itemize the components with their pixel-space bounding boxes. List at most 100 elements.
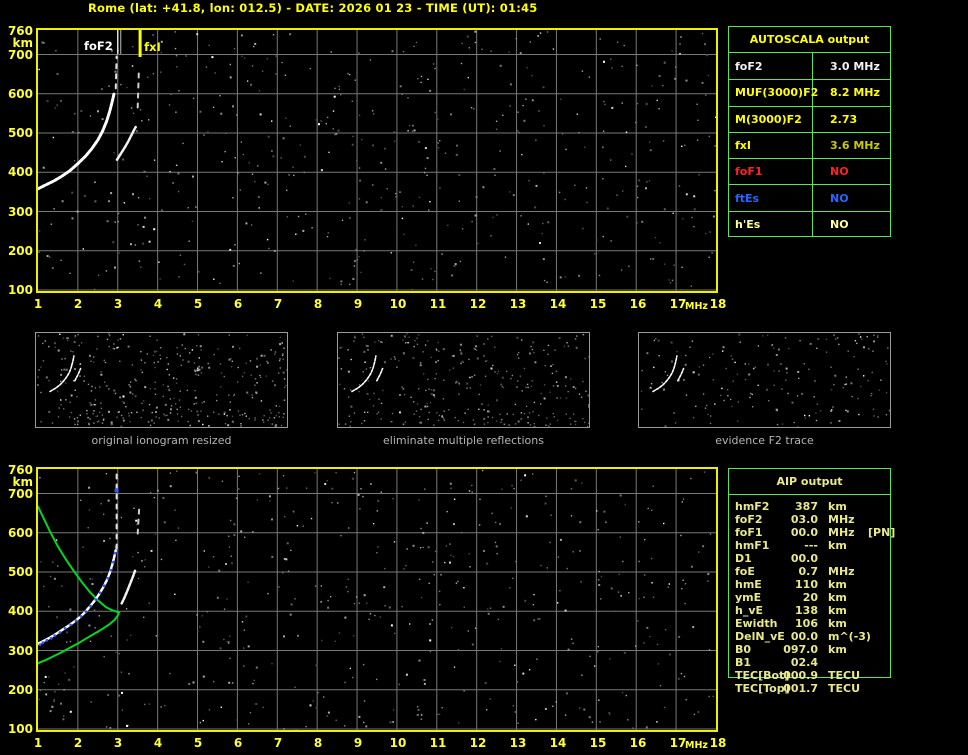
y-axis-tick-label: 600 — [7, 86, 33, 101]
profile-plot — [36, 467, 718, 732]
aip-val: 00.0 — [790, 630, 818, 643]
aip-unit: TECU — [828, 669, 861, 682]
autoscala-param-value: 3.0 MHz — [830, 59, 880, 73]
x-axis-tick-label: 11 — [429, 297, 447, 311]
x-axis-tick-label: 1 — [33, 297, 43, 311]
y-axis-tick-label: 100 — [7, 283, 33, 297]
aip-unit: TECU — [828, 682, 861, 695]
y-axis-tick-label: 200 — [7, 243, 33, 258]
aip-val: 106 — [795, 617, 818, 630]
x-axis-unit-label: MHz — [685, 301, 708, 312]
aip-val: 110 — [795, 578, 818, 591]
fxi-marker-label: fxI — [144, 40, 161, 54]
aip-val: 387 — [795, 500, 818, 513]
autoscala-param-label: fxI — [729, 132, 813, 159]
y-axis-unit-label: km — [12, 36, 33, 50]
x-axis-tick-label: 16 — [629, 736, 647, 750]
autoscala-output-table: AUTOSCALA output foF2 3.0 MHz MUF(3000)F2 8… — [728, 26, 891, 238]
aip-val: 20 — [802, 591, 818, 604]
panel-eliminate-reflections — [337, 332, 590, 428]
x-axis-unit-label: MHz — [685, 740, 708, 751]
x-axis-tick-label: 2 — [73, 297, 83, 311]
aip-table-header: AIP output — [729, 469, 890, 495]
x-axis-tick-label: 14 — [549, 297, 567, 311]
aip-lab: hmE — [735, 578, 762, 591]
x-axis-tick-label: 6 — [233, 297, 243, 311]
x-axis-tick-label: 6 — [233, 736, 243, 750]
aip-val: 02.4 — [790, 656, 818, 669]
autoscala-param-label: h'Es — [729, 211, 813, 238]
y-axis-tick-label: 400 — [7, 604, 33, 619]
x-axis-tick-label: 11 — [429, 736, 447, 750]
autoscala-table-header: AUTOSCALA output — [729, 27, 890, 53]
y-axis-tick-label: 200 — [7, 682, 33, 697]
aip-row-d1: D1 00.0 — [728, 552, 898, 565]
x-axis-tick-label: 3 — [113, 736, 123, 750]
aip-val: 138 — [795, 604, 818, 617]
aip-val: 00.0 — [790, 552, 818, 565]
aip-row-b0: B0 097.0 km — [728, 643, 898, 656]
autoscala-param-label: foF1 — [729, 159, 813, 185]
autoscala-param-label: M(3000)F2 — [729, 106, 813, 132]
panel-caption-original: original ionogram resized — [91, 434, 232, 447]
y-axis-tick-label: 300 — [7, 204, 33, 219]
autoscala-row-muf3000f2: MUF(3000)F2 8.2 MHz — [729, 79, 890, 106]
x-axis-tick-label: 9 — [353, 297, 363, 311]
autoscala-param-label: foF2 — [729, 53, 813, 80]
y-axis-tick-label: 100 — [7, 722, 33, 736]
y-axis-tick-label: 500 — [7, 565, 33, 580]
aip-unit: km — [828, 591, 847, 604]
autoscala-row-fof2: foF2 3.0 MHz — [729, 53, 890, 80]
y-axis-tick-label: 300 — [7, 643, 33, 658]
aip-lab: h_vE — [735, 604, 764, 617]
autoscala-param-value: 8.2 MHz — [830, 86, 880, 100]
aip-lab: hmF2 — [735, 500, 770, 513]
x-axis-tick-label: 15 — [589, 297, 607, 311]
aip-lab: foF2 — [735, 513, 763, 526]
y-axis-tick-label: 600 — [7, 525, 33, 540]
page-title: Rome (lat: +41.8, lon: 012.5) - DATE: 20… — [88, 1, 538, 15]
x-axis-tick-label: 13 — [509, 736, 527, 750]
y-axis-tick-label: 500 — [7, 126, 33, 141]
aip-row-hme: hmE 110 km — [728, 578, 898, 591]
aip-row-yme: ymE 20 km — [728, 591, 898, 604]
aip-row-hve: h_vE 138 km — [728, 604, 898, 617]
aip-val: 097.0 — [783, 643, 818, 656]
autoscala-param-value: 2.73 — [830, 112, 858, 126]
aip-row-hmf1: hmF1 --- km — [728, 539, 898, 552]
autoscala-row-fof1: foF1 NO — [729, 158, 890, 185]
x-axis-tick-label: 18 — [709, 297, 727, 311]
x-axis-tick-label: 13 — [509, 297, 527, 311]
aip-unit: km — [828, 643, 847, 656]
x-axis-tick-label: 10 — [389, 297, 407, 311]
x-axis-tick-label: 3 — [113, 297, 123, 311]
panel-caption-eliminate: eliminate multiple reflections — [383, 434, 544, 447]
aip-val: 03.0 — [790, 513, 818, 526]
autoscala-param-label: ftEs — [729, 185, 813, 211]
autoscala-param-value: NO — [830, 217, 849, 231]
x-axis-tick-label: 15 — [589, 736, 607, 750]
fof2-marker-label: foF2 — [84, 39, 113, 53]
aip-row-fof1: foF1 00.0 MHz [PN] — [728, 526, 898, 539]
aip-row-hmf2: hmF2 387 km — [728, 500, 898, 513]
autoscala-param-value: 3.6 MHz — [830, 139, 880, 153]
aip-val: --- — [804, 539, 818, 552]
aip-val: 0.7 — [798, 565, 819, 578]
aip-unit: km — [828, 539, 847, 552]
aip-val: 000.9 — [783, 669, 818, 682]
aip-unit: MHz — [828, 513, 855, 526]
aip-lab: B1 — [735, 656, 752, 669]
aip-row-b1: B1 02.4 — [728, 656, 898, 669]
x-axis-tick-label: 2 — [73, 736, 83, 750]
aip-row-fof2: foF2 03.0 MHz — [728, 513, 898, 526]
x-axis-tick-label: 8 — [313, 736, 323, 750]
ionogram-plot: foF2 fxI — [36, 28, 718, 293]
aip-unit: km — [828, 500, 847, 513]
aip-lab: ymE — [735, 591, 762, 604]
autoscala-row-ftes: ftEs NO — [729, 184, 890, 211]
aip-lab: foE — [735, 565, 755, 578]
panel-evidence-f2 — [638, 332, 891, 428]
autoscala-param-label: MUF(3000)F2 — [729, 80, 818, 106]
aip-val: 00.0 — [790, 526, 818, 539]
x-axis-tick-label: 18 — [709, 736, 727, 750]
